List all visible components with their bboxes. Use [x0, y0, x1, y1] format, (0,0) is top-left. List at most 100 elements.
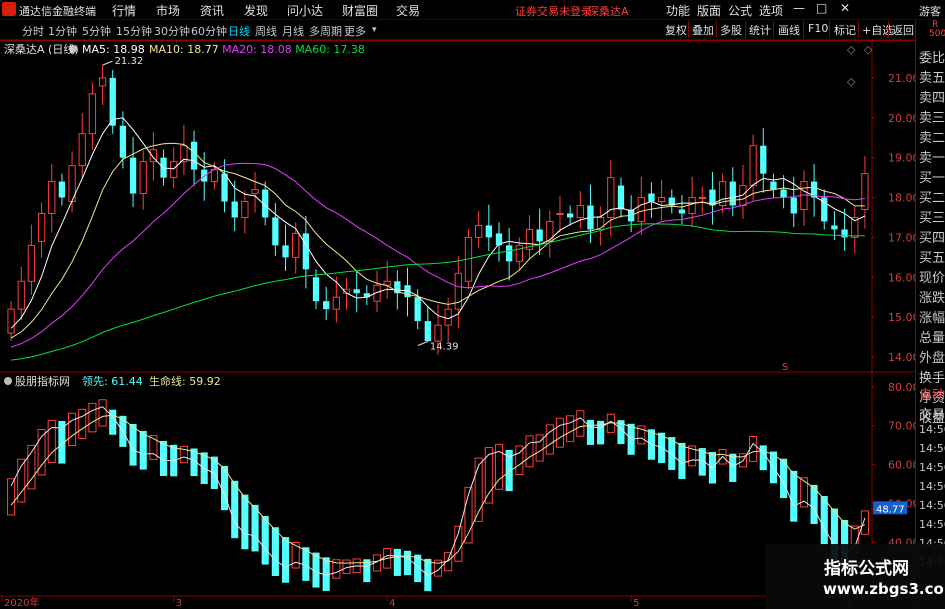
candle-body	[648, 193, 655, 202]
candle	[851, 206, 859, 254]
candle	[495, 222, 503, 262]
candle-body	[221, 173, 228, 202]
watermark-url: www.zbgs3.com	[823, 580, 945, 598]
sidebar-500-label: 500	[929, 29, 945, 39]
price-tick-label: 20.00	[888, 112, 915, 125]
sidebar-item: 外盘	[919, 351, 945, 366]
s-marker: S	[782, 362, 788, 373]
candle-body	[678, 209, 686, 214]
indicator-tick-label: 80.00	[888, 381, 915, 394]
sidebar-item: 14:56	[919, 518, 945, 531]
sidebar-item: 14:56	[919, 442, 945, 455]
candle-body	[780, 189, 787, 198]
ma5-line	[10, 117, 866, 329]
sidebar-item: 自动	[919, 388, 945, 403]
candle-body	[831, 225, 838, 230]
candle-body	[282, 245, 289, 258]
candle	[27, 224, 36, 295]
candle	[58, 173, 66, 206]
sidebar-item: 14:56	[919, 480, 945, 493]
sidebar-item: 买四	[919, 231, 945, 246]
candle-body	[272, 217, 279, 246]
price-tick-label: 14.00	[888, 351, 915, 364]
ma-label: MA5: 18.98	[82, 43, 145, 56]
candle-body	[536, 229, 543, 242]
price-tick-label: 16.00	[888, 271, 915, 284]
candle	[861, 156, 869, 229]
indicator-bar	[860, 510, 869, 535]
sidebar-item: 卖一	[919, 151, 945, 166]
candle-body	[190, 141, 198, 170]
indicator-bar	[566, 415, 575, 443]
indicator-bar	[231, 480, 239, 539]
sidebar-item: 买一	[919, 171, 945, 186]
candle	[221, 159, 228, 213]
candle	[292, 222, 300, 274]
candle-body	[434, 324, 442, 342]
candle	[718, 173, 727, 214]
lead-label: 领先: 61.44	[82, 375, 143, 388]
candle-body	[27, 244, 36, 282]
candle	[454, 255, 462, 329]
indicator-bar	[109, 409, 117, 435]
sidebar-item: 买三	[919, 211, 945, 226]
candle	[587, 184, 594, 243]
indicator-bar	[749, 435, 758, 462]
candle	[657, 179, 666, 221]
indicator-bar	[729, 453, 737, 482]
sidebar-item: 卖四	[919, 91, 945, 106]
candle-body	[78, 133, 86, 167]
guest-label[interactable]: 游客	[919, 3, 941, 19]
candle	[78, 112, 86, 180]
chart-area[interactable]: 21.00 20.00 19.00 18.00 17.00 16.00 15.00 14.00…	[0, 0, 915, 609]
candle-body	[231, 201, 238, 218]
indicator-bar	[403, 550, 412, 576]
price-tick-label: 19.00	[888, 152, 915, 165]
sidebar-item: 涨跌	[919, 291, 945, 306]
candle	[546, 210, 554, 258]
candle	[607, 160, 615, 237]
sidebar-item: 买二	[919, 191, 945, 206]
indicator-bar	[790, 470, 798, 522]
candle	[810, 164, 818, 217]
sidebar-item: 总量	[919, 331, 945, 346]
indicator-bar	[545, 424, 554, 455]
indicator-bar	[98, 399, 107, 427]
watermark-panel: 指标公式网 www.zbgs3.com	[766, 544, 945, 609]
candle	[139, 150, 147, 210]
candle	[688, 176, 696, 228]
candle-body	[312, 277, 320, 302]
candle-body	[323, 301, 330, 310]
candle	[627, 195, 635, 233]
candle-body	[302, 233, 310, 270]
sidebar-item: 14:56	[919, 499, 945, 512]
candle-body	[414, 297, 421, 322]
candle	[668, 189, 675, 214]
candle	[556, 195, 564, 233]
candle-body	[251, 189, 259, 195]
high-pointer-line	[102, 60, 113, 66]
candle-body	[424, 321, 431, 342]
candle-body	[698, 197, 706, 200]
candle-body	[241, 201, 249, 218]
time-tick-label: 2020年	[4, 596, 39, 609]
candle-body	[88, 93, 97, 135]
indicator-bar	[68, 412, 77, 447]
candle	[37, 202, 46, 258]
candle	[241, 190, 249, 234]
candle	[68, 151, 76, 213]
candle	[729, 167, 736, 217]
candle	[566, 205, 574, 226]
candle	[739, 164, 747, 220]
candle	[272, 203, 279, 257]
sidebar-item: 委比	[919, 51, 945, 66]
low-price-label: 14.39	[430, 341, 459, 352]
candle	[800, 170, 808, 226]
candle	[485, 204, 492, 251]
candle-body	[770, 181, 777, 190]
candle-body	[729, 181, 736, 206]
high-price-label: 21.32	[115, 56, 144, 67]
candle	[17, 266, 25, 320]
price-tick-label: 21.00	[888, 72, 915, 85]
indicator-bar	[261, 516, 269, 565]
